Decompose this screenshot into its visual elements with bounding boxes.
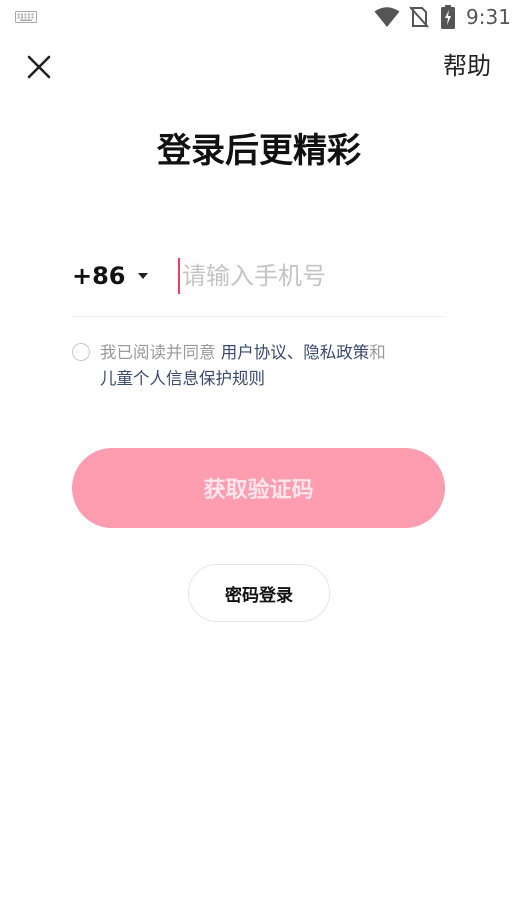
close-icon[interactable] <box>24 52 54 82</box>
child-policy-link[interactable]: 儿童个人信息保护规则 <box>100 369 265 388</box>
phone-input-row: +86 <box>72 252 445 317</box>
agreement: 我已阅读并同意 用户协议、隐私政策和儿童个人信息保护规则 <box>72 340 452 392</box>
text-cursor <box>178 258 180 294</box>
user-agreement-link[interactable]: 用户协议 <box>221 343 287 362</box>
phone-input[interactable] <box>182 256 440 296</box>
help-link[interactable]: 帮助 <box>443 50 491 82</box>
battery-charging-icon <box>441 5 455 29</box>
agreement-prefix: 我已阅读并同意 <box>100 343 221 362</box>
keyboard-icon <box>15 11 37 23</box>
status-bar: 9:31 <box>0 0 518 36</box>
country-code-label: +86 <box>72 262 126 290</box>
agreement-conjunction: 和 <box>369 343 386 362</box>
caret-down-icon <box>137 273 148 279</box>
page-title: 登录后更精彩 <box>157 131 361 171</box>
no-sim-icon <box>409 6 429 28</box>
separator: 、 <box>286 343 304 362</box>
password-login-button[interactable]: 密码登录 <box>188 564 330 622</box>
country-code-selector[interactable]: +86 <box>72 258 148 294</box>
agreement-text: 我已阅读并同意 用户协议、隐私政策和儿童个人信息保护规则 <box>100 340 452 392</box>
clock: 9:31 <box>466 5 511 29</box>
privacy-policy-link[interactable]: 隐私政策 <box>303 343 369 362</box>
get-code-button[interactable]: 获取验证码 <box>72 448 445 528</box>
wifi-icon <box>374 7 400 27</box>
agree-checkbox[interactable] <box>72 343 90 361</box>
